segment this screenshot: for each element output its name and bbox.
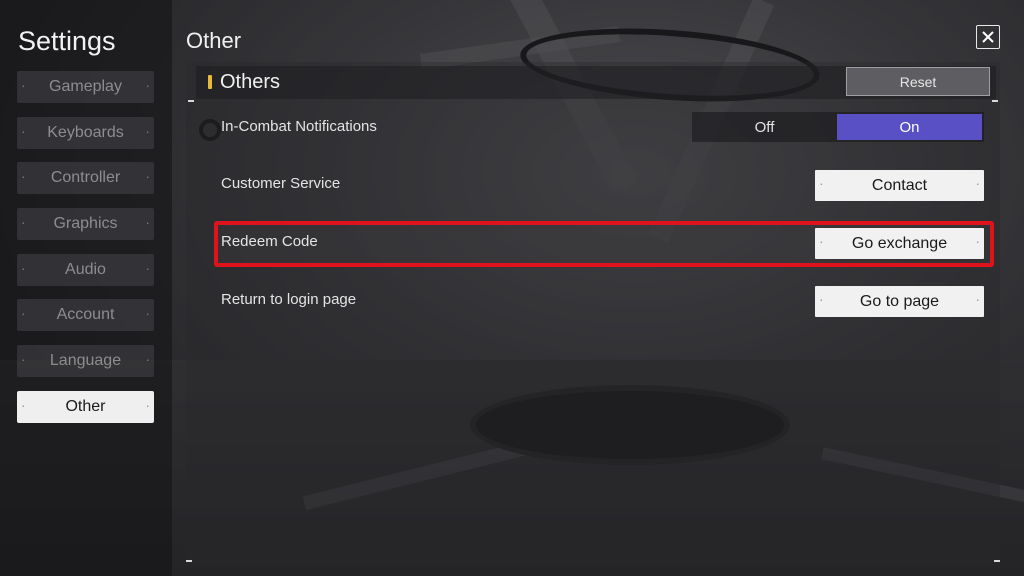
sidebar-item-keyboards[interactable]: Keyboards — [17, 116, 154, 149]
notifications-label: In-Combat Notifications — [221, 118, 377, 135]
return-login-label: Return to login page — [221, 291, 357, 308]
contact-button[interactable]: Contact — [815, 170, 984, 201]
section-marker — [208, 75, 212, 89]
customer-service-label: Customer Service — [221, 175, 341, 192]
sidebar-item-controller[interactable]: Controller — [17, 162, 154, 195]
redeem-code-label: Redeem Code — [221, 233, 318, 250]
go-to-page-button[interactable]: Go to page — [815, 286, 984, 317]
section-title: Others — [220, 71, 281, 93]
corner-mark — [186, 560, 192, 562]
reset-button[interactable]: Reset — [846, 67, 990, 96]
sidebar-item-other[interactable]: Other — [17, 390, 154, 423]
go-exchange-button[interactable]: Go exchange — [815, 228, 984, 259]
sidebar-item-account[interactable]: Account — [17, 299, 154, 332]
sidebar-item-language[interactable]: Language — [17, 345, 154, 378]
sidebar-item-audio[interactable]: Audio — [17, 253, 154, 286]
toggle-off-option[interactable]: Off — [692, 112, 837, 142]
corner-mark — [188, 100, 194, 102]
sidebar-item-gameplay[interactable]: Gameplay — [17, 71, 154, 103]
close-icon — [982, 31, 994, 43]
corner-mark — [994, 560, 1000, 562]
settings-title: Settings — [18, 26, 116, 56]
sidebar-item-graphics[interactable]: Graphics — [17, 208, 154, 241]
sidebar-nav: Gameplay Keyboards Controller Graphics A… — [17, 71, 154, 437]
corner-mark — [992, 100, 998, 102]
decorative-ring — [199, 119, 221, 141]
close-button[interactable] — [976, 25, 1000, 49]
toggle-on-option[interactable]: On — [837, 114, 982, 140]
page-title: Other — [186, 28, 242, 53]
notifications-toggle: Off On — [692, 112, 984, 142]
